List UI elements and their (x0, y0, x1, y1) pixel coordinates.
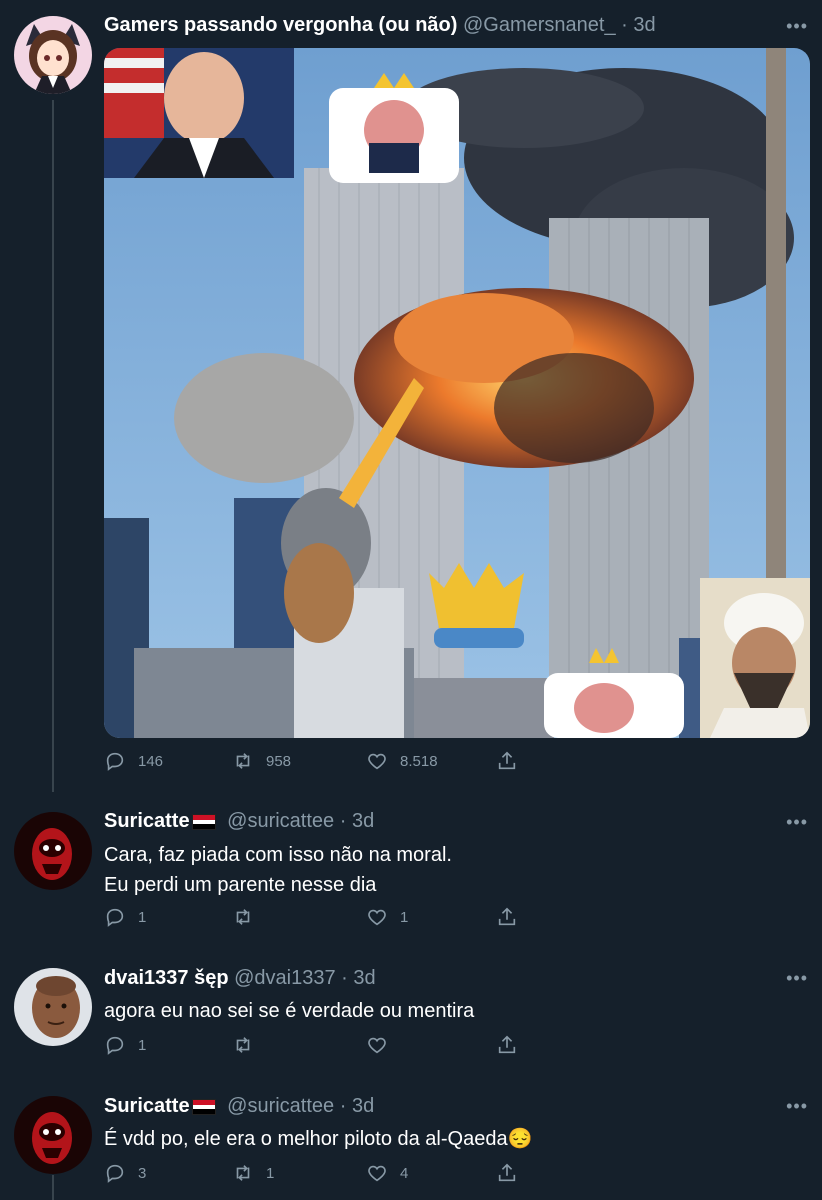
reply-button[interactable]: 1 (104, 1034, 146, 1056)
like-count: 1 (400, 908, 409, 926)
heart-icon (368, 909, 386, 926)
timestamp[interactable]: 3d (353, 967, 375, 989)
share-button[interactable] (496, 1034, 530, 1056)
heart-icon (368, 753, 386, 770)
separator: · (334, 810, 352, 832)
user-handle[interactable]: @suricattee (227, 1095, 334, 1117)
tweet-actions: 1 1 (104, 906, 524, 934)
tweet-text-line: agora eu nao sei se é verdade ou mentira (104, 1000, 475, 1022)
reply-button[interactable]: 1 (104, 906, 146, 928)
tweet-text-line: É vdd po, ele era o melhor piloto da al-… (104, 1128, 533, 1150)
like-button[interactable]: 1 (366, 906, 408, 928)
more-options-button[interactable]: ••• (786, 1096, 808, 1117)
avatar[interactable] (14, 1096, 92, 1174)
retweet-count: 958 (266, 752, 292, 770)
like-count: 8.518 (400, 752, 438, 770)
like-button[interactable] (366, 1034, 400, 1056)
reply-count: 146 (138, 752, 164, 770)
like-button[interactable]: 4 (366, 1162, 408, 1184)
share-icon (498, 1035, 516, 1054)
tweet-header: Suricatte @suricattee · 3d (104, 1095, 374, 1118)
thread-line (52, 1175, 54, 1200)
share-button[interactable] (496, 1162, 530, 1184)
retweet-button[interactable]: 958 (232, 750, 291, 772)
reply-count: 1 (138, 1036, 147, 1054)
display-name[interactable]: Gamers passando vergonha (ou não) (104, 14, 457, 36)
separator: · (335, 967, 354, 989)
reply-button[interactable]: 3 (104, 1162, 146, 1184)
share-button[interactable] (496, 750, 530, 772)
user-handle[interactable]: @dvai1337 (234, 967, 335, 989)
tweet-header: Suricatte @suricattee · 3d (104, 810, 374, 833)
tweet-actions: 1 (104, 1034, 524, 1062)
display-name[interactable]: Suricatte (104, 810, 190, 832)
share-icon (498, 1163, 516, 1182)
like-button[interactable]: 8.518 (366, 750, 438, 772)
tweet-header: Gamers passando vergonha (ou não) @Gamer… (104, 14, 656, 37)
retweet-count: 1 (266, 1164, 275, 1182)
tweet-header: dvai1337 šęp @dvai1337 · 3d (104, 967, 376, 990)
retweet-icon (236, 753, 250, 769)
timestamp[interactable]: 3d (352, 810, 374, 832)
avatar[interactable] (14, 968, 92, 1046)
display-name[interactable]: Suricatte (104, 1095, 190, 1117)
share-button[interactable] (496, 906, 530, 928)
reply-icon (106, 1036, 124, 1055)
more-options-button[interactable]: ••• (786, 16, 808, 37)
heart-icon (368, 1165, 386, 1182)
user-handle[interactable]: @Gamersnanet_ (463, 14, 616, 36)
retweet-button[interactable]: 1 (232, 1162, 274, 1184)
tweet-actions: 3 1 4 (104, 1162, 524, 1190)
user-handle[interactable]: @suricattee (227, 810, 334, 832)
retweet-icon (236, 909, 250, 925)
share-icon (498, 907, 516, 926)
reply-count: 1 (138, 908, 147, 926)
share-icon (498, 751, 516, 770)
retweet-icon (236, 1037, 250, 1053)
timestamp[interactable]: 3d (352, 1095, 374, 1117)
reply-icon (106, 752, 124, 771)
like-count: 4 (400, 1164, 409, 1182)
more-options-button[interactable]: ••• (786, 812, 808, 833)
reply-icon (106, 1164, 124, 1183)
separator: · (615, 14, 634, 36)
tweet-actions: 146 958 8.518 (104, 750, 524, 778)
more-options-button[interactable]: ••• (786, 968, 808, 989)
separator: · (334, 1095, 352, 1117)
retweet-button[interactable] (232, 906, 266, 928)
reply-icon (106, 908, 124, 927)
heart-icon (368, 1037, 386, 1054)
tweet-text-line: Cara, faz piada com isso não na moral. (104, 844, 452, 866)
tweet-media-image[interactable] (104, 48, 810, 738)
yemen-flag-icon (191, 813, 216, 830)
tweet-text: Cara, faz piada com isso não na moral. E… (104, 840, 452, 900)
tweet-text-line: Eu perdi um parente nesse dia (104, 874, 377, 896)
retweet-icon (236, 1165, 250, 1181)
reply-count: 3 (138, 1164, 147, 1182)
retweet-button[interactable] (232, 1034, 266, 1056)
yemen-flag-icon (191, 1098, 216, 1115)
tweet-text: É vdd po, ele era o melhor piloto da al-… (104, 1124, 533, 1154)
reply-button[interactable]: 146 (104, 750, 163, 772)
display-name[interactable]: dvai1337 šęp (104, 967, 229, 989)
avatar[interactable] (14, 812, 92, 890)
avatar[interactable] (14, 16, 92, 94)
timestamp[interactable]: 3d (633, 14, 655, 36)
tweet-text: agora eu nao sei se é verdade ou mentira (104, 996, 474, 1026)
thread-line (52, 100, 54, 792)
